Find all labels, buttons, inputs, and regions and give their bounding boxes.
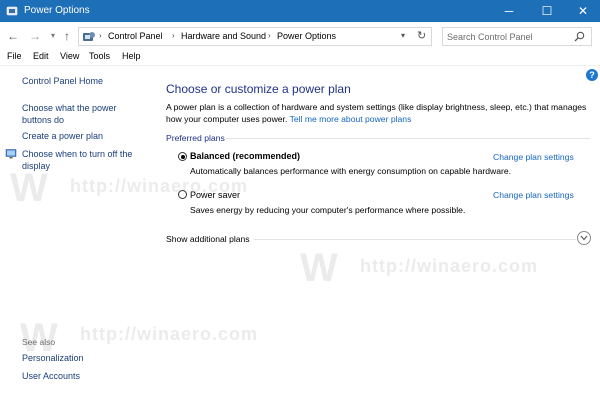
menu-view[interactable]: View — [60, 51, 79, 61]
refresh-icon[interactable]: ↻ — [417, 29, 426, 42]
breadcrumb-power-options[interactable]: Power Options — [277, 31, 336, 41]
see-also-label: See also — [22, 337, 56, 347]
power-options-icon — [6, 6, 18, 16]
expand-button[interactable] — [577, 231, 591, 245]
menu-file[interactable]: File — [7, 51, 22, 61]
sidebar-item-power-buttons[interactable]: Choose what the power buttons do — [22, 102, 132, 126]
back-arrow-icon[interactable]: ← — [6, 28, 20, 44]
change-plan-settings-link[interactable]: Change plan settings — [493, 152, 574, 162]
search-input[interactable] — [442, 27, 592, 46]
menu-edit[interactable]: Edit — [33, 51, 49, 61]
page-title: Choose or customize a power plan — [166, 82, 351, 96]
plan-name-balanced[interactable]: Balanced (recommended) — [190, 151, 300, 161]
main-panel: Choose or customize a power plan A power… — [166, 66, 591, 395]
breadcrumb-separator-icon: › — [268, 31, 271, 40]
content-area: W http://winaero.com W http://winaero.co… — [0, 65, 600, 395]
plan-description: Saves energy by reducing your computer's… — [190, 205, 466, 215]
plan-radio-balanced[interactable] — [178, 152, 187, 161]
minimize-button[interactable]: ─ — [492, 0, 526, 22]
show-additional-plans[interactable]: Show additional plans — [166, 234, 250, 244]
sidebar-item-user-accounts[interactable]: User Accounts — [22, 370, 140, 382]
address-bar: ← → ▾ ↑ › Control Panel › Hardware and S… — [0, 22, 600, 50]
change-plan-settings-link[interactable]: Change plan settings — [493, 190, 574, 200]
maximize-button[interactable]: ☐ — [530, 0, 564, 22]
sidebar-item-control-panel-home[interactable]: Control Panel Home — [22, 75, 140, 87]
up-arrow-icon[interactable]: ↑ — [60, 28, 74, 44]
monitor-icon — [5, 149, 17, 159]
control-panel-icon — [83, 32, 95, 41]
learn-more-link[interactable]: Tell me more about power plans — [290, 114, 412, 124]
breadcrumb-control-panel[interactable]: Control Panel — [108, 31, 163, 41]
title-bar: Power Options ─ ☐ ✕ — [0, 0, 600, 22]
menu-help[interactable]: Help — [122, 51, 141, 61]
recent-locations-icon[interactable]: ▾ — [46, 28, 60, 44]
plan-name-power-saver[interactable]: Power saver — [190, 190, 240, 200]
divider — [226, 138, 590, 139]
plan-radio-power-saver[interactable] — [178, 190, 187, 199]
sidebar-item-display-off[interactable]: Choose when to turn off the display — [22, 148, 138, 172]
sidebar-item-personalization[interactable]: Personalization — [22, 352, 140, 364]
intro-text: A power plan is a collection of hardware… — [166, 101, 591, 125]
forward-arrow-icon[interactable]: → — [28, 28, 42, 44]
preferred-plans-label: Preferred plans — [166, 133, 225, 143]
plan-description: Automatically balances performance with … — [190, 166, 512, 176]
address-field[interactable]: › Control Panel › Hardware and Sound › P… — [78, 27, 432, 46]
breadcrumb-separator-icon: › — [99, 31, 102, 40]
chevron-down-icon — [580, 235, 588, 241]
search-icon[interactable] — [574, 31, 585, 42]
close-button[interactable]: ✕ — [566, 0, 600, 22]
window-title: Power Options — [24, 5, 90, 16]
sidebar-item-create-plan[interactable]: Create a power plan — [22, 130, 140, 142]
chevron-down-icon[interactable]: ▾ — [401, 31, 405, 40]
breadcrumb-hardware-and-sound[interactable]: Hardware and Sound — [181, 31, 266, 41]
divider — [254, 239, 576, 240]
menu-tools[interactable]: Tools — [89, 51, 110, 61]
sidebar: Control Panel Home Choose what the power… — [0, 66, 150, 395]
menu-bar: File Edit View Tools Help — [0, 50, 600, 65]
breadcrumb-separator-icon: › — [172, 31, 175, 40]
